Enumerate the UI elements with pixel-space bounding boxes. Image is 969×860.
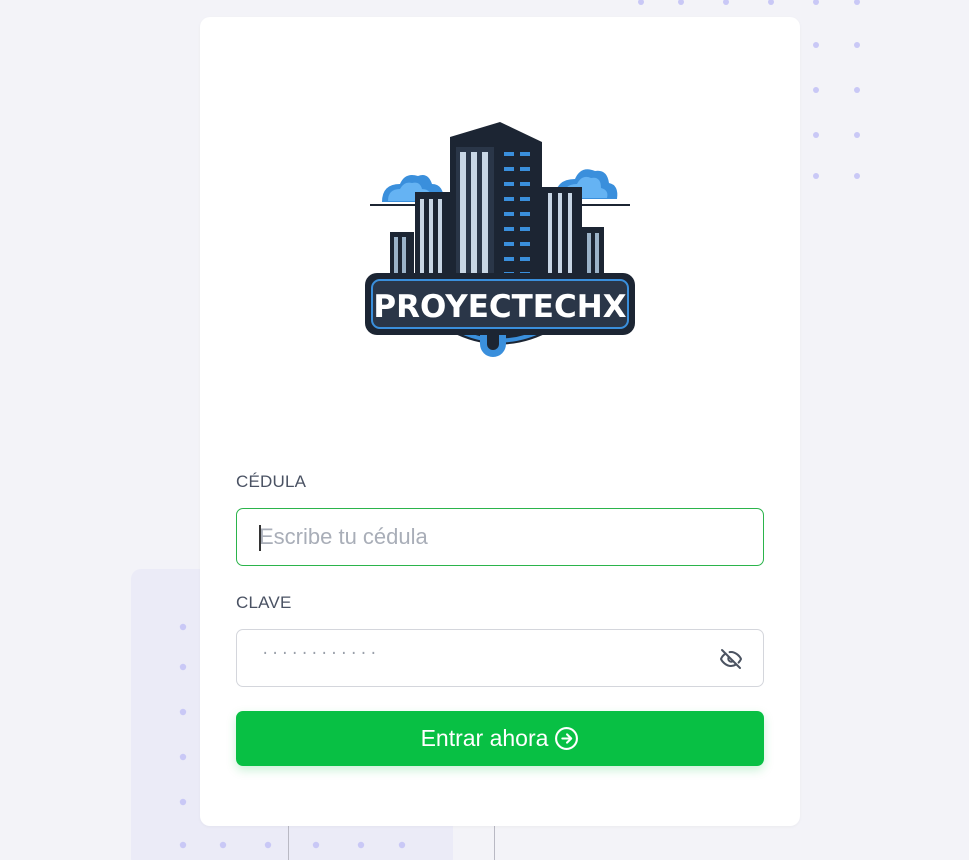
eye-off-icon[interactable] <box>719 647 743 671</box>
login-submit-button[interactable]: Entrar ahora <box>236 711 764 766</box>
decorative-line-right <box>494 826 495 860</box>
decorative-line-left <box>288 826 289 860</box>
text-caret <box>259 525 261 551</box>
logo-wordmark: PROYECTECHX <box>373 289 626 325</box>
password-masked-value[interactable]: ············ <box>261 646 379 662</box>
arrow-right-circle-icon <box>554 726 579 751</box>
cedula-field[interactable] <box>236 508 764 566</box>
logo-graphic: PROYECTECHX <box>365 122 635 357</box>
clave-label: CLAVE <box>236 593 292 612</box>
submit-button-label: Entrar ahora <box>420 725 549 751</box>
login-card: PROYECTECHX CÉDULA CLAVE ············ En… <box>200 17 800 826</box>
brand-logo: PROYECTECHX <box>360 97 640 387</box>
cedula-input[interactable] <box>237 509 763 565</box>
clave-field[interactable]: ············ <box>236 629 764 687</box>
cedula-label: CÉDULA <box>236 472 307 491</box>
